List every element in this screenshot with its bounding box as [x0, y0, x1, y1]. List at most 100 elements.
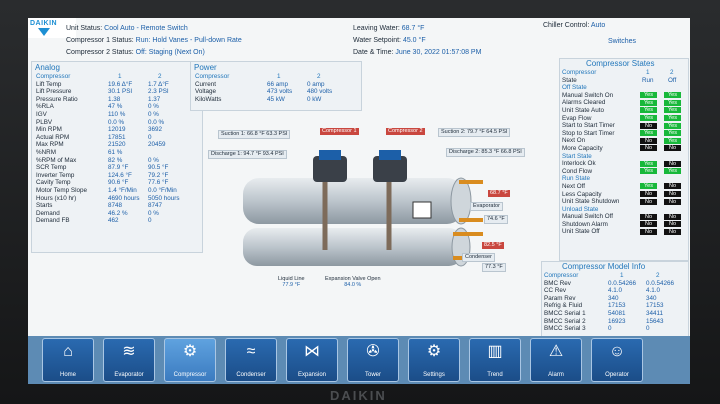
compressor1-label[interactable]: Compressor 1 [320, 128, 359, 135]
nav-button-trend[interactable]: ▥ Trend [469, 338, 521, 382]
status-badge: Yes [664, 130, 681, 137]
row-value: 0 % [148, 103, 159, 111]
nav-label: Tower [364, 372, 381, 378]
row-label: Motor Temp Slope [36, 186, 87, 194]
row-value: 0 [646, 325, 650, 333]
expansion-valve: Expansion Valve Open 84.0 % [325, 276, 381, 288]
row-label: IGV [36, 110, 47, 118]
table-row: Evap Flow Yes Yes [562, 115, 686, 123]
compressor2-label[interactable]: Compressor 2 [386, 128, 425, 135]
row-value: 8747 [148, 202, 163, 210]
status-badge: Yes [640, 168, 657, 175]
table-row: Manual Switch Off No No [562, 213, 686, 221]
power-title: Power [194, 63, 217, 72]
monitor-brand: DAIKIN [330, 388, 387, 403]
row-label: CC Rev [544, 287, 567, 295]
table-row: Min RPM 12019 3692 [36, 126, 200, 134]
table-row: Voltage 473 volts 480 volts [195, 88, 359, 96]
row-value: 0 [148, 133, 152, 141]
row-value: 473 volts [267, 88, 293, 96]
row-label: BMCC Serial 1 [544, 309, 586, 317]
table-row: BMC Rev 0.0.54266 0.0.54266 [544, 280, 686, 288]
row-label: Next On [562, 137, 586, 145]
liquid-line: Liquid Line 77.9 °F [278, 276, 305, 288]
table-row: Unit State Auto Yes Yes [562, 107, 686, 115]
status-badge: No [640, 137, 657, 144]
status-badge: No [640, 213, 657, 220]
table-row: More Capacity No No [562, 145, 686, 153]
row-value: 0 amp [307, 80, 325, 88]
row-label: KiloWatts [195, 95, 222, 103]
nav-button-tower[interactable]: ✇ Tower [347, 338, 399, 382]
table-row: Next Off Yes No [562, 183, 686, 191]
compressor-states-panel: Compressor States Compressor 1 2 State Run O… [559, 58, 689, 261]
nav-button-operator[interactable]: ☺ Operator [591, 338, 643, 382]
status-badge: No [664, 160, 681, 167]
alarm-icon: ⚠ [548, 343, 564, 360]
row-label: More Capacity [562, 144, 603, 152]
table-row: Manual Switch On Yes Yes [562, 92, 686, 100]
table-row: Shutdown Alarm No No [562, 221, 686, 229]
evaporator-label: Evaporator [470, 202, 503, 211]
table-row: IGV 110 % 0 % [36, 111, 200, 119]
status-badge: No [664, 228, 681, 235]
water-setpoint: Water Setpoint: 45.0 °F [353, 37, 426, 44]
row-value: 17153 [646, 302, 664, 310]
nav-button-settings[interactable]: ⚙ Settings [408, 338, 460, 382]
status-badge: Yes [640, 183, 657, 190]
nav-label: Condenser [236, 372, 266, 378]
row-value: 54081 [608, 309, 626, 317]
row-label: Inverter Temp [36, 171, 75, 179]
row-value: 0 [608, 325, 612, 333]
row-label: Less Capacity [562, 190, 602, 198]
row-label: Next Off [562, 182, 585, 190]
row-value: 30.1 PSI [108, 88, 133, 96]
nav-label: Settings [423, 372, 445, 378]
status-badge: No [640, 198, 657, 205]
status-badge: Yes [664, 115, 681, 122]
row-value: 12019 [108, 126, 126, 134]
row-label: Start to Start Timer [562, 122, 615, 130]
bottom-nav: ⌂ Home ≋ Evaporator ⚙ Compressor ≈ Condenser ⋈ Ex… [28, 336, 690, 384]
status-badge: No [664, 191, 681, 197]
analog-panel: Analog Compressor 1 2 Lift Temp 19.6 Δ°F 1.7… [31, 61, 203, 253]
discharge1-reading: Discharge 1: 94.7 °F 93.4 PSI [208, 150, 287, 159]
model-info-title: Compressor Model Info [562, 262, 646, 271]
power-panel: Power Compressor 1 2 Current 66 amp 0 amp Vol… [190, 61, 362, 111]
row-value: 0 % [148, 110, 159, 118]
control-box [412, 201, 432, 219]
row-label: Unit State Shutdown [562, 198, 620, 206]
row-value: 61 % [108, 148, 123, 156]
row-label: %RLA [36, 103, 54, 111]
row-label: Manual Switch Off [562, 213, 613, 221]
nav-button-home[interactable]: ⌂ Home [42, 338, 94, 382]
status-badge: No [640, 228, 657, 235]
switches-button[interactable]: Switches [608, 38, 636, 45]
row-label: BMC Rev [544, 279, 571, 287]
row-label: Min RPM [36, 126, 62, 134]
nav-button-compressor[interactable]: ⚙ Compressor [164, 338, 216, 382]
row-label: PLBV [36, 118, 53, 126]
row-label: Voltage [195, 88, 217, 96]
row-value: 0 kW [307, 95, 322, 103]
row-value: 47 % [108, 103, 123, 111]
table-row: Cond Flow Yes Yes [562, 168, 686, 176]
expansion-icon: ⋈ [304, 343, 320, 360]
section-title: Unload State [562, 205, 599, 213]
table-row: %NRM 61 % [36, 149, 200, 157]
date-time: Date & Time: June 30, 2022 01:57:08 PM [353, 49, 482, 56]
table-row: Less Capacity No No [562, 191, 686, 199]
analog-title: Analog [35, 63, 60, 72]
row-value: 4.1.0 [646, 287, 661, 295]
row-label: Interlock Ok [562, 160, 596, 168]
nav-button-evaporator[interactable]: ≋ Evaporator [103, 338, 155, 382]
nav-button-alarm[interactable]: ⚠ Alarm [530, 338, 582, 382]
condenser-label: Condenser [462, 253, 495, 262]
status-badge: No [664, 221, 681, 228]
table-row: Interlock Ok Yes No [562, 160, 686, 168]
cond-out-temp: 77.3 °F [482, 263, 506, 272]
nav-button-condenser[interactable]: ≈ Condenser [225, 338, 277, 382]
nav-button-expansion[interactable]: ⋈ Expansion [286, 338, 338, 382]
row-value: 1.38 [108, 95, 121, 103]
row-value: 0.0 °F/Min [148, 186, 177, 194]
